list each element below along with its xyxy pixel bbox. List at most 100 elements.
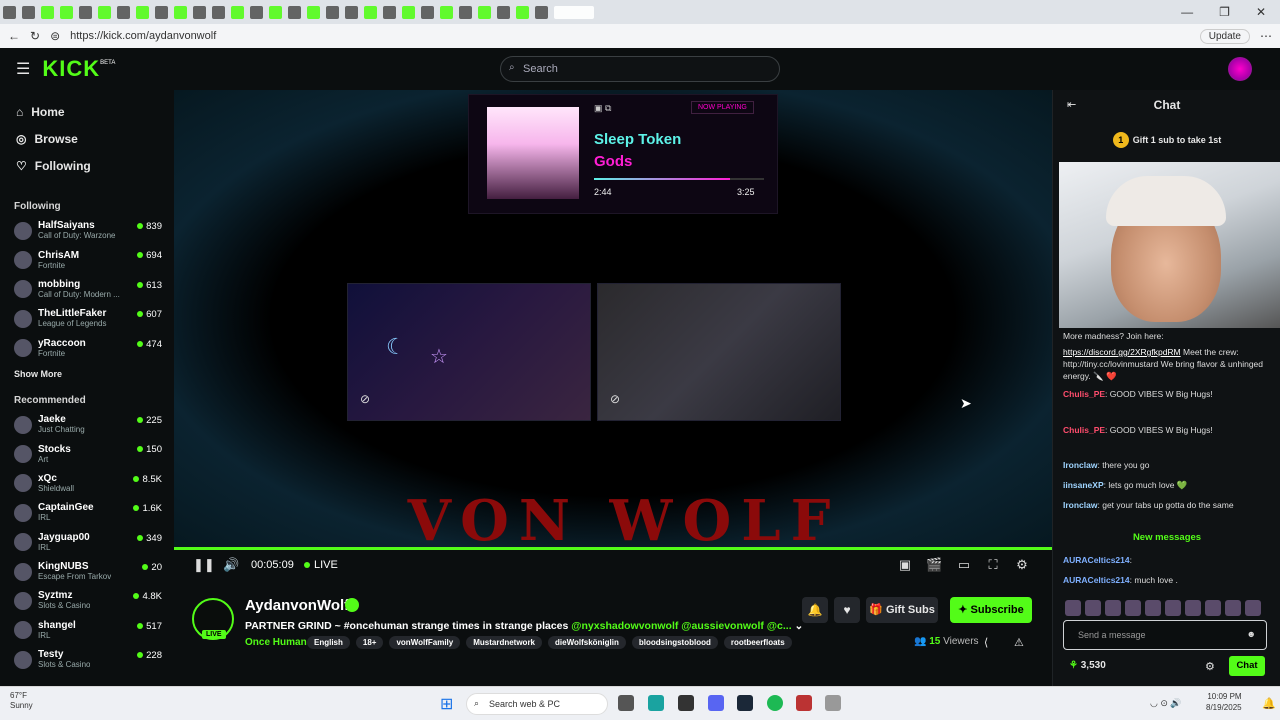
tab-favicon[interactable] [478, 5, 491, 19]
tab-favicon[interactable] [288, 5, 301, 19]
nav-browse[interactable]: ◎ Browse [0, 125, 172, 152]
windows-start-icon[interactable]: ⊞ [440, 694, 453, 714]
sidebar-channel[interactable]: KingNUBS Escape From Tarkov 20 [0, 557, 172, 586]
tab-favicon[interactable] [41, 5, 54, 19]
tab-favicon[interactable] [193, 5, 206, 19]
kick-logo[interactable]: KICK [42, 56, 100, 82]
chat-username[interactable]: Chulis_PE [1063, 389, 1105, 399]
chat-username[interactable]: Ironclaw [1063, 500, 1097, 510]
fullscreen-icon[interactable]: ⛶ [985, 557, 1001, 573]
emote[interactable] [1225, 600, 1241, 616]
stream-category[interactable]: Once Human [245, 637, 307, 648]
tab-favicon[interactable] [535, 5, 548, 19]
search-input[interactable]: ⌕ Search [500, 56, 780, 82]
stream-tag[interactable]: bloodsingstoblood [631, 636, 718, 649]
pause-icon[interactable]: ❚❚ [193, 557, 215, 573]
tab-favicon[interactable] [60, 5, 73, 19]
bell-icon[interactable]: 🔔 [802, 597, 828, 623]
chat-settings-icon[interactable]: ⚙ [1205, 660, 1215, 673]
tab-favicon[interactable] [421, 5, 434, 19]
channel-name[interactable]: AydanvonWolf [245, 597, 349, 614]
chat-username[interactable]: AURACeltics214 [1063, 575, 1130, 585]
tab-favicon[interactable] [3, 5, 16, 19]
share-icon[interactable]: ⟨ [984, 636, 988, 649]
new-messages-divider[interactable]: New messages [1053, 532, 1280, 543]
tab-favicon[interactable] [345, 5, 358, 19]
sidebar-channel[interactable]: Jayguap00 IRL 349 [0, 528, 172, 557]
tab-favicon[interactable] [79, 5, 92, 19]
reload-icon[interactable]: ↻ [30, 29, 40, 43]
discord-icon[interactable] [708, 695, 724, 711]
notification-icon[interactable]: 🔔 [1262, 697, 1276, 710]
chat-link[interactable]: https://discord.gg/2XRgfkpdRM [1063, 347, 1181, 357]
site-info-icon[interactable]: ⊜ [50, 29, 60, 43]
chat-username[interactable]: AURACeltics214 [1063, 555, 1130, 565]
miniplayer-icon[interactable]: ▣ [897, 557, 913, 573]
channel-points[interactable]: ⚘ 3,530 [1069, 660, 1106, 671]
user-avatar[interactable] [1228, 57, 1252, 81]
steam-icon[interactable] [737, 695, 753, 711]
sidebar-channel[interactable]: shangel IRL 517 [0, 616, 172, 645]
chevron-down-icon[interactable]: ⌄ [795, 620, 804, 632]
emote[interactable] [1145, 600, 1161, 616]
tab-favicon[interactable] [516, 5, 529, 19]
tab-favicon[interactable] [22, 5, 35, 19]
hamburger-icon[interactable]: ☰ [16, 59, 30, 79]
tab-favicon[interactable] [497, 5, 510, 19]
stream-tag[interactable]: 18+ [355, 636, 384, 649]
sidebar-channel[interactable]: yRaccoon Fortnite 474 [0, 334, 172, 363]
emote[interactable] [1085, 600, 1101, 616]
gift-subs-button[interactable]: 🎁 Gift Subs [866, 597, 938, 623]
tab-favicon[interactable] [250, 5, 263, 19]
chat-send-button[interactable]: Chat [1229, 656, 1265, 676]
edge-browser-icon[interactable] [648, 695, 664, 711]
weather-widget[interactable]: 67°F Sunny [10, 691, 33, 711]
chat-username[interactable]: iinsaneXP [1063, 480, 1104, 490]
chat-input[interactable]: Send a message ☻ [1063, 620, 1267, 650]
taskbar-clock[interactable]: 10:09 PM 8/19/2025 [1206, 691, 1242, 713]
tab-favicon[interactable] [459, 5, 472, 19]
nav-following[interactable]: ♡ Following [0, 152, 172, 179]
tab-favicon[interactable] [326, 5, 339, 19]
emote[interactable] [1185, 600, 1201, 616]
emote[interactable] [1245, 600, 1261, 616]
stream-tag[interactable]: Mustardnetwork [466, 636, 543, 649]
tab-favicon[interactable] [440, 5, 453, 19]
tab-favicon[interactable] [136, 5, 149, 19]
stream-mentions[interactable]: @nyxshadowvonwolf @aussievonwolf @c... [571, 620, 791, 632]
file-explorer-icon[interactable] [618, 695, 634, 711]
stream-progress[interactable] [174, 547, 1052, 550]
sidebar-channel[interactable]: xQc Shieldwall 8.5K [0, 469, 172, 498]
tab-favicon[interactable] [231, 5, 244, 19]
tab-favicon[interactable] [174, 5, 187, 19]
sidebar-channel[interactable]: CaptainGee IRL 1.6K [0, 498, 172, 527]
spotify-icon[interactable] [767, 695, 783, 711]
sidebar-channel[interactable]: mobbing Call of Duty: Modern ... 613 [0, 275, 172, 304]
app-icon[interactable] [796, 695, 812, 711]
volume-icon[interactable]: 🔊 [223, 557, 239, 573]
gift-leaderboard-prompt[interactable]: 1 Gift 1 sub to take 1st [1053, 132, 1280, 148]
system-tray[interactable]: ◡ ⊙ 🔊 [1150, 698, 1182, 709]
tab-favicon[interactable] [402, 5, 415, 19]
subscribe-button[interactable]: ✦ Subscribe [950, 597, 1032, 623]
sidebar-channel[interactable]: Testy Slots & Casino 228 [0, 645, 172, 674]
menu-icon[interactable]: ⋯ [1260, 29, 1272, 43]
tab-favicon[interactable] [383, 5, 396, 19]
chat-username[interactable]: Ironclaw [1063, 460, 1097, 470]
report-icon[interactable]: ⚠ [1014, 636, 1024, 649]
sidebar-channel[interactable]: Syztmz Slots & Casino 4.8K [0, 586, 172, 615]
emote[interactable] [1205, 600, 1221, 616]
tab-favicon[interactable] [117, 5, 130, 19]
sidebar-channel[interactable]: Jaeke Just Chatting 225 [0, 410, 172, 439]
sidebar-channel[interactable]: TheLittleFaker League of Legends 607 [0, 304, 172, 333]
back-icon[interactable]: ← [8, 29, 20, 43]
stream-tag[interactable]: English [307, 636, 350, 649]
show-more-button[interactable]: Show More [0, 363, 172, 385]
github-icon[interactable] [678, 695, 694, 711]
video-player[interactable]: ▣ ⧉ NOW PLAYING Sleep Token Gods 2:44 3:… [174, 90, 1052, 554]
maximize-button[interactable]: ❐ [1219, 5, 1230, 19]
sidebar-channel[interactable]: HalfSaiyans Call of Duty: Warzone 839 [0, 216, 172, 245]
update-button[interactable]: Update [1199, 28, 1250, 44]
clip-icon[interactable]: 🎬 [926, 557, 942, 573]
heart-icon[interactable]: ♥ [834, 597, 860, 623]
